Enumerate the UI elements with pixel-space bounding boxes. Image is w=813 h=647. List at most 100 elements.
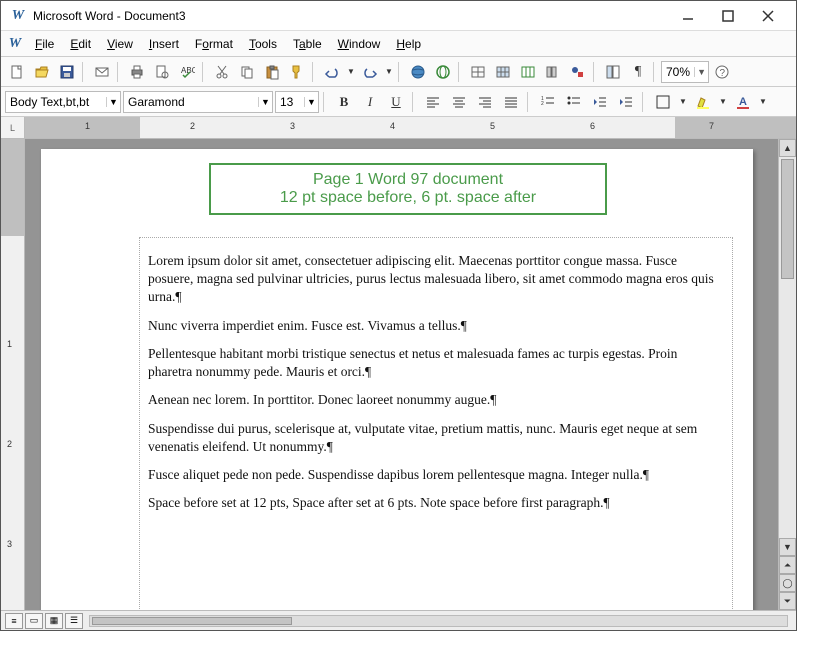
separator: [117, 62, 122, 82]
insert-table-button[interactable]: [491, 60, 515, 84]
app-window: W Microsoft Word - Document3 W File Edit…: [0, 0, 797, 631]
minimize-button[interactable]: [668, 2, 708, 30]
drawing-button[interactable]: [566, 60, 590, 84]
chevron-down-icon[interactable]: ▼: [106, 97, 120, 107]
align-center-button[interactable]: [447, 90, 471, 114]
separator: [527, 92, 532, 112]
font-color-dropdown[interactable]: ▼: [757, 90, 769, 114]
redo-button[interactable]: [358, 60, 382, 84]
paste-button[interactable]: [260, 60, 284, 84]
open-button[interactable]: [30, 60, 54, 84]
print-button[interactable]: [125, 60, 149, 84]
online-view-button[interactable]: ▭: [25, 613, 43, 629]
menu-file[interactable]: File: [29, 35, 60, 53]
align-justify-button[interactable]: [499, 90, 523, 114]
excel-button[interactable]: [516, 60, 540, 84]
brush-icon: [289, 64, 305, 80]
ruler-left-margin: [25, 117, 140, 138]
redo-icon: [362, 64, 378, 80]
show-marks-button[interactable]: ¶: [626, 60, 650, 84]
menu-edit[interactable]: Edit: [64, 35, 97, 53]
help-icon: ?: [714, 64, 730, 80]
scroll-down-button[interactable]: ▼: [779, 538, 796, 556]
spellcheck-button[interactable]: ABC: [175, 60, 199, 84]
zoom-dropdown[interactable]: 70% ▼: [661, 61, 709, 83]
select-browse-button[interactable]: ◯: [779, 574, 796, 592]
undo-button[interactable]: [320, 60, 344, 84]
mail-button[interactable]: [90, 60, 114, 84]
undo-icon: [324, 64, 340, 80]
style-dropdown[interactable]: Body Text,bt,bt ▼: [5, 91, 121, 113]
ruler-tick: 2: [7, 439, 12, 449]
chevron-down-icon[interactable]: ▼: [258, 97, 272, 107]
separator: [642, 92, 647, 112]
scroll-up-button[interactable]: ▲: [779, 139, 796, 157]
help-button[interactable]: ?: [710, 60, 734, 84]
borders-dropdown[interactable]: ▼: [677, 90, 689, 114]
align-left-icon: [425, 94, 441, 110]
ruler-tick: 1: [85, 121, 90, 131]
menu-insert[interactable]: Insert: [143, 35, 185, 53]
hyperlink-button[interactable]: [406, 60, 430, 84]
print-preview-button[interactable]: [150, 60, 174, 84]
redo-dropdown[interactable]: ▼: [383, 60, 395, 84]
highlight-dropdown[interactable]: ▼: [717, 90, 729, 114]
ruler-corner: L: [1, 117, 25, 138]
columns-button[interactable]: [541, 60, 565, 84]
menu-help[interactable]: Help: [390, 35, 427, 53]
fontsize-dropdown[interactable]: 13 ▼: [275, 91, 319, 113]
maximize-button[interactable]: [708, 2, 748, 30]
italic-button[interactable]: I: [358, 90, 382, 114]
vertical-scrollbar[interactable]: ▲ ▼ ⏶ ◯ ⏷: [778, 139, 796, 610]
menu-format[interactable]: Format: [189, 35, 239, 53]
chevron-down-icon[interactable]: ▼: [304, 97, 318, 107]
vertical-ruler[interactable]: 1 2 3: [1, 139, 25, 610]
numbered-list-button[interactable]: 12: [536, 90, 560, 114]
menu-table[interactable]: Table: [287, 35, 328, 53]
underline-button[interactable]: U: [384, 90, 408, 114]
next-page-button[interactable]: ⏷: [779, 592, 796, 610]
decrease-indent-button[interactable]: [588, 90, 612, 114]
cut-button[interactable]: [210, 60, 234, 84]
tables-borders-button[interactable]: [466, 60, 490, 84]
bold-button[interactable]: B: [332, 90, 356, 114]
increase-indent-button[interactable]: [614, 90, 638, 114]
bullet-list-button[interactable]: [562, 90, 586, 114]
web-toolbar-button[interactable]: [431, 60, 455, 84]
paste-icon: [264, 64, 280, 80]
highlight-button[interactable]: [691, 90, 715, 114]
align-left-button[interactable]: [421, 90, 445, 114]
document-canvas[interactable]: Page 1 Word 97 document 12 pt space befo…: [25, 139, 778, 610]
ruler-tick: 3: [290, 121, 295, 131]
menu-tools[interactable]: Tools: [243, 35, 283, 53]
close-button[interactable]: [748, 2, 788, 30]
scroll-thumb[interactable]: [781, 159, 794, 279]
outline-view-button[interactable]: ☰: [65, 613, 83, 629]
copy-button[interactable]: [235, 60, 259, 84]
align-right-button[interactable]: [473, 90, 497, 114]
page: Page 1 Word 97 document 12 pt space befo…: [41, 149, 753, 610]
horizontal-ruler[interactable]: 1 2 3 4 5 6 7: [25, 117, 796, 138]
document-map-button[interactable]: [601, 60, 625, 84]
normal-view-button[interactable]: ≡: [5, 613, 23, 629]
hscroll-thumb[interactable]: [92, 617, 292, 625]
new-button[interactable]: [5, 60, 29, 84]
ruler-tick: 6: [590, 121, 595, 131]
horizontal-scrollbar[interactable]: [89, 615, 788, 627]
document-icon[interactable]: W: [5, 35, 25, 53]
borders-button[interactable]: [651, 90, 675, 114]
close-icon: [760, 8, 776, 24]
save-button[interactable]: [55, 60, 79, 84]
preview-icon: [154, 64, 170, 80]
zoom-value: 70%: [662, 65, 694, 79]
font-color-button[interactable]: A: [731, 90, 755, 114]
page-layout-view-button[interactable]: ▦: [45, 613, 63, 629]
format-painter-button[interactable]: [285, 60, 309, 84]
text-area[interactable]: Lorem ipsum dolor sit amet, consectetuer…: [139, 237, 733, 610]
prev-page-button[interactable]: ⏶: [779, 556, 796, 574]
font-dropdown[interactable]: Garamond ▼: [123, 91, 273, 113]
menu-window[interactable]: Window: [332, 35, 387, 53]
menu-view[interactable]: View: [101, 35, 139, 53]
chevron-down-icon[interactable]: ▼: [694, 67, 708, 77]
undo-dropdown[interactable]: ▼: [345, 60, 357, 84]
